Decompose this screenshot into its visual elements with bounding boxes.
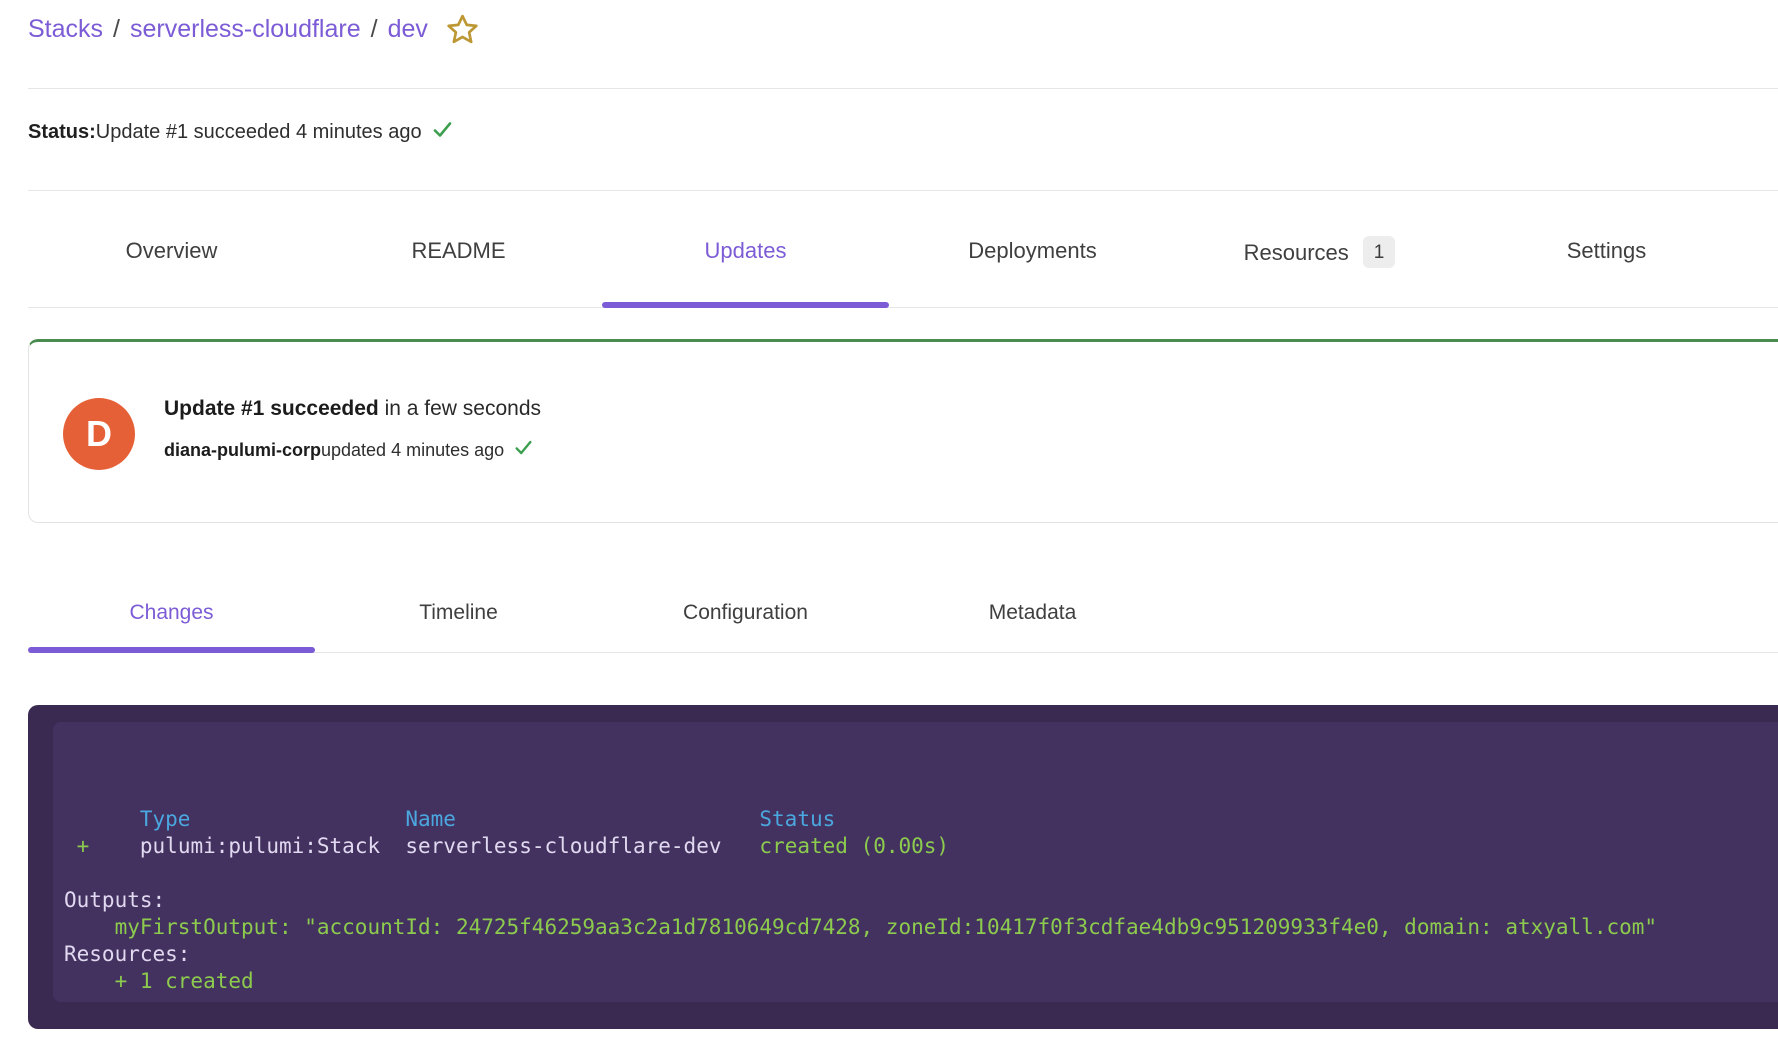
update-time: updated 4 minutes ago [321, 440, 504, 461]
update-author: diana-pulumi-corp [164, 440, 321, 461]
terminal-line-output-value: myFirstOutput: "accountId: 24725f46259aa… [64, 914, 1778, 941]
terminal-line-blank-line [64, 860, 1778, 887]
subtab-timeline[interactable]: Timeline [315, 599, 602, 627]
avatar: D [63, 398, 135, 470]
tab-settings[interactable]: Settings [1463, 236, 1750, 268]
terminal-line-resources-label: Resources: [64, 941, 1778, 968]
update-title: Update #1 succeeded in a few seconds [164, 397, 541, 421]
terminal-log: Type Name Status + pulumi:pulumi:Stack s… [53, 722, 1778, 995]
status-text: Update #1 succeeded 4 minutes ago [96, 121, 422, 144]
tab-readme[interactable]: README [315, 236, 602, 268]
tab-deployments[interactable]: Deployments [889, 236, 1176, 268]
status-label: Status: [28, 121, 96, 144]
divider [28, 88, 1778, 89]
tab-updates[interactable]: Updates [602, 236, 889, 268]
stack-page: Stacks / serverless-cloudflare / dev Sta… [0, 0, 1778, 1048]
breadcrumb-separator: / [113, 10, 120, 48]
active-tab-underline [602, 302, 889, 308]
update-subtitle: diana-pulumi-corp updated 4 minutes ago [164, 437, 541, 463]
tab-resources[interactable]: Resources1 [1176, 236, 1463, 268]
subtab-configuration[interactable]: Configuration [602, 599, 889, 627]
update-title-status: Update #1 succeeded [164, 397, 379, 420]
checkmark-icon [513, 437, 534, 463]
breadcrumb-project-link[interactable]: serverless-cloudflare [130, 10, 361, 48]
update-card-text: Update #1 succeeded in a few seconds dia… [164, 397, 541, 463]
breadcrumb-separator: / [371, 10, 378, 48]
checkmark-icon [431, 118, 454, 147]
star-icon[interactable] [446, 13, 479, 46]
tab-bar-border [28, 307, 1778, 308]
breadcrumb: Stacks / serverless-cloudflare / dev [28, 10, 479, 48]
subtab-changes[interactable]: Changes [28, 599, 315, 627]
breadcrumb-stack-link[interactable]: dev [388, 10, 428, 48]
avatar-letter: D [86, 413, 112, 455]
terminal-line-outputs-label: Outputs: [64, 887, 1778, 914]
terminal-output: Type Name Status + pulumi:pulumi:Stack s… [28, 705, 1778, 1029]
divider [28, 190, 1778, 191]
status-bar: Status: Update #1 succeeded 4 minutes ag… [28, 118, 454, 147]
tab-overview[interactable]: Overview [28, 236, 315, 268]
breadcrumb-stacks-link[interactable]: Stacks [28, 10, 103, 48]
terminal-log-panel: Type Name Status + pulumi:pulumi:Stack s… [53, 722, 1778, 1002]
active-subtab-underline [28, 647, 315, 653]
terminal-line-resource-row: + pulumi:pulumi:Stack serverless-cloudfl… [64, 833, 1778, 860]
terminal-line-resources-created: + 1 created [64, 968, 1778, 995]
terminal-line-column-header-row: Type Name Status [64, 806, 1778, 833]
update-detail-tab-bar: ChangesTimelineConfigurationMetadata [28, 599, 1176, 627]
main-tab-bar: OverviewREADMEUpdatesDeploymentsResource… [28, 236, 1750, 268]
update-title-duration: in a few seconds [379, 397, 541, 420]
resource-count-badge: 1 [1363, 236, 1396, 268]
subtab-metadata[interactable]: Metadata [889, 599, 1176, 627]
update-card[interactable]: D Update #1 succeeded in a few seconds d… [28, 339, 1778, 523]
